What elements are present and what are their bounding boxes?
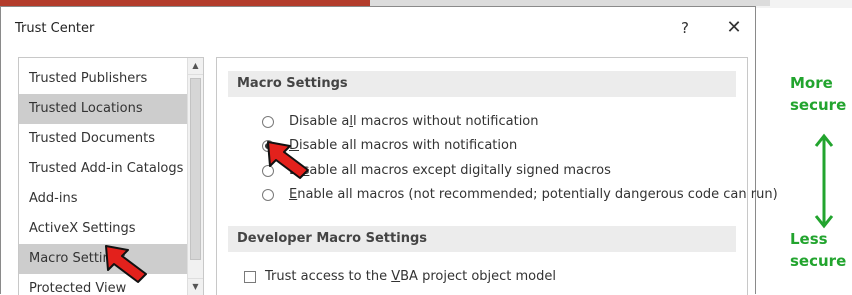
- scroll-down-arrow-icon[interactable]: ▼: [188, 278, 203, 295]
- sidebar-item-trusted-locations[interactable]: Trusted Locations: [19, 94, 189, 124]
- sidebar-item-label: Trusted Documents: [29, 131, 155, 146]
- radio-label-post: nable all macros (not recommended; poten…: [297, 187, 778, 202]
- sidebar-item-add-ins[interactable]: Add-ins: [19, 184, 189, 214]
- red-annotation-arrow-icon: [105, 245, 147, 283]
- radio-label-pre: Disable a: [289, 114, 350, 129]
- scroll-up-arrow-icon[interactable]: ▲: [188, 58, 203, 75]
- sidebar-item-label: Trusted Publishers: [29, 71, 148, 86]
- more-secure-line1: More: [790, 74, 833, 92]
- access-key: E: [289, 187, 298, 202]
- access-key: V: [391, 269, 401, 284]
- dialog-titlebar: Trust Center ? ✕: [1, 7, 755, 47]
- checkbox-label-post: BA project object model: [400, 269, 556, 284]
- radio-label-post: able all macros except digitally signed …: [309, 163, 611, 178]
- scrollbar-thumb[interactable]: [190, 78, 201, 260]
- red-annotation-arrow-icon: [267, 141, 309, 179]
- sidebar-scrollbar[interactable]: ▲ ▼: [187, 58, 203, 295]
- sidebar-item-label: Add-ins: [29, 191, 78, 206]
- sidebar-item-label: Trusted Locations: [29, 101, 143, 116]
- less-secure-label: Less secure: [790, 228, 846, 272]
- radio-button[interactable]: [262, 116, 274, 128]
- sidebar-item-label: Trusted Add-in Catalogs: [29, 161, 184, 176]
- help-button[interactable]: ?: [675, 16, 695, 40]
- less-secure-line2: secure: [790, 252, 847, 270]
- more-secure-label: More secure: [790, 72, 846, 116]
- sidebar-item-trusted-documents[interactable]: Trusted Documents: [19, 124, 189, 154]
- sidebar-item-activex-settings[interactable]: ActiveX Settings: [19, 214, 189, 244]
- less-secure-line1: Less: [790, 230, 828, 248]
- dialog-title: Trust Center: [15, 21, 95, 36]
- checkbox-label-pre: Trust access to the: [265, 269, 392, 284]
- macro-settings-header: Macro Settings: [228, 71, 736, 97]
- sidebar-item-label: ActiveX Settings: [29, 221, 136, 236]
- double-headed-arrow-icon: [814, 133, 834, 229]
- sidebar-item-trusted-add-in-catalogs[interactable]: Trusted Add-in Catalogs: [19, 154, 189, 184]
- developer-macro-settings-header: Developer Macro Settings: [228, 226, 736, 252]
- radio-button[interactable]: [262, 189, 274, 201]
- more-secure-line2: secure: [790, 96, 847, 114]
- sidebar-item-trusted-publishers[interactable]: Trusted Publishers: [19, 64, 189, 94]
- checkbox[interactable]: [244, 271, 256, 283]
- radio-label-post: l macros without notification: [352, 114, 539, 129]
- radio-label-post: isable all macros with notification: [299, 138, 518, 153]
- close-button[interactable]: ✕: [722, 16, 746, 40]
